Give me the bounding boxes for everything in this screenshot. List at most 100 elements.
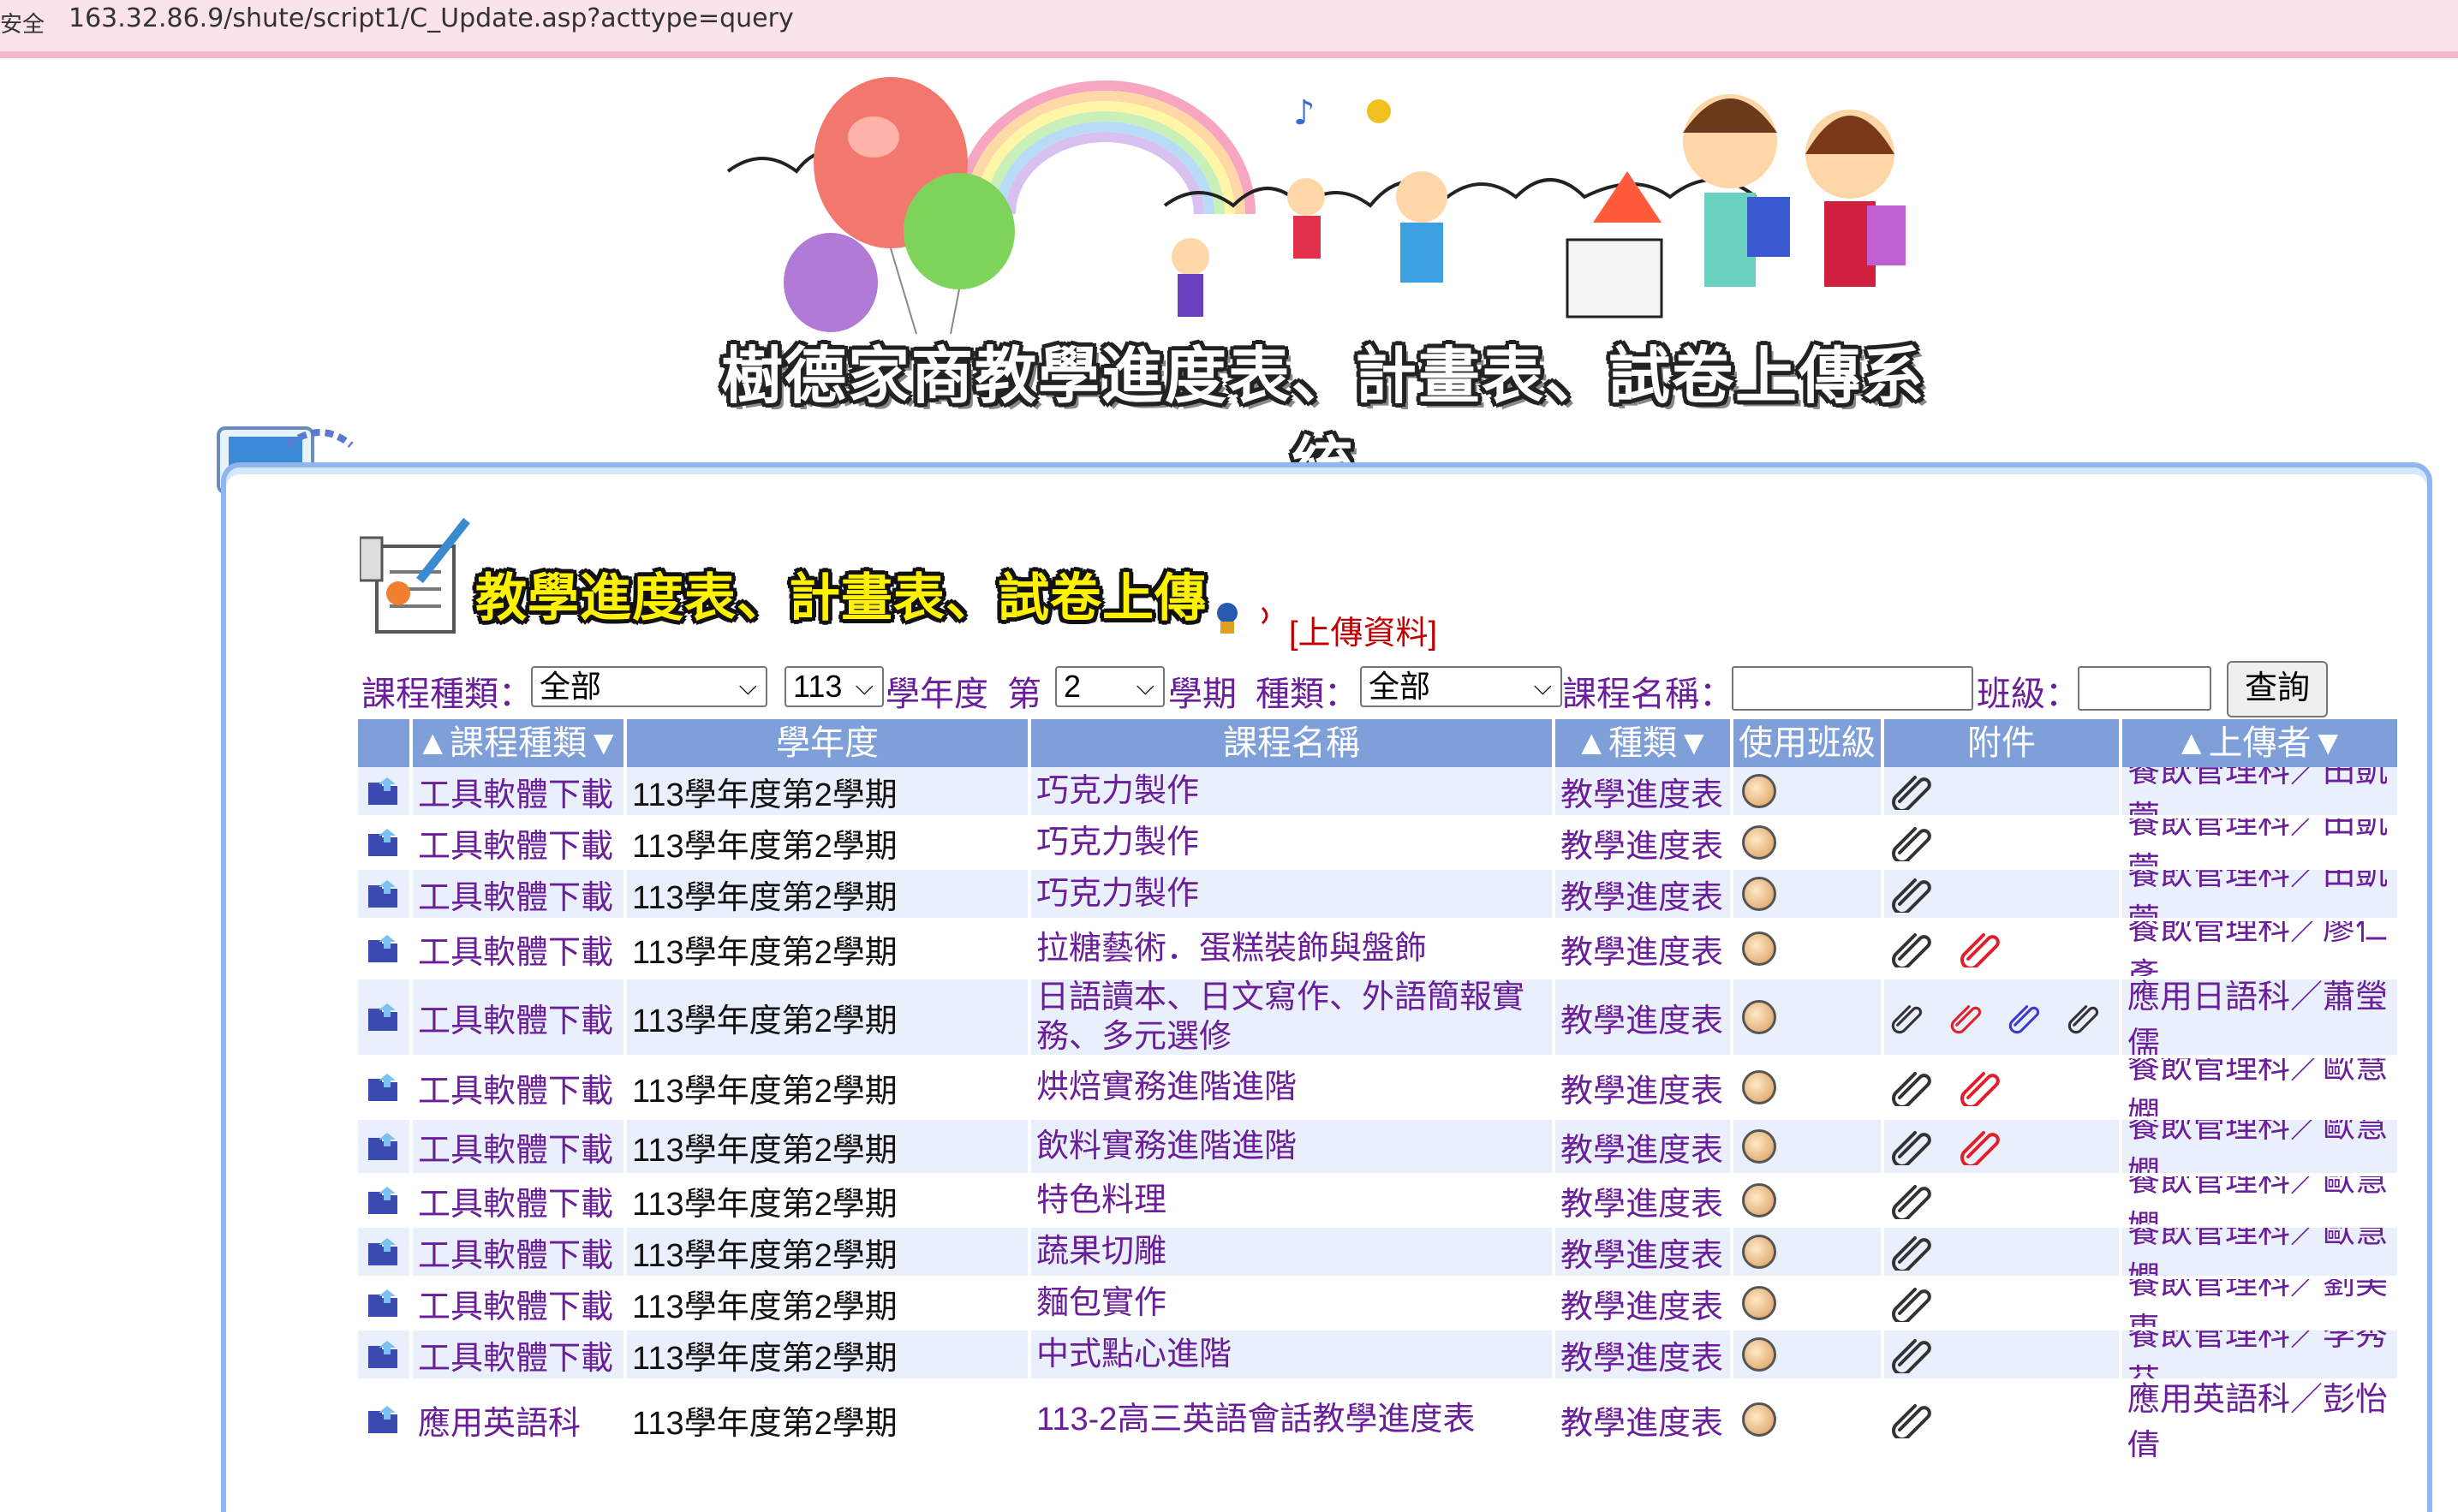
class-info-icon[interactable] bbox=[1742, 1129, 1776, 1164]
paperclip-icon[interactable] bbox=[1891, 824, 1934, 861]
paperclip-icon[interactable] bbox=[1960, 1128, 2002, 1165]
uploader-link[interactable]: 應用英語科／彭怡倩 bbox=[2122, 1382, 2401, 1461]
class-info-icon[interactable] bbox=[1742, 774, 1776, 808]
course-type-link[interactable]: 工具軟體下載 bbox=[413, 1176, 627, 1228]
kind-link[interactable]: 教學進度表 bbox=[1555, 1382, 1733, 1461]
uploader-link[interactable]: 餐飲管理科／田凱萱 bbox=[2122, 870, 2401, 921]
paperclip-icon[interactable] bbox=[1960, 1069, 2002, 1106]
course-type-link[interactable]: 工具軟體下載 bbox=[413, 767, 627, 819]
course-name-link[interactable]: 烘焙實務進階進階 bbox=[1031, 1058, 1555, 1120]
course-type-link[interactable]: 工具軟體下載 bbox=[413, 1228, 627, 1279]
kind-link[interactable]: 教學進度表 bbox=[1555, 921, 1733, 979]
upload-data-link[interactable]: [上傳資料] bbox=[1289, 606, 1437, 653]
query-button[interactable]: 查詢 bbox=[2227, 661, 2328, 717]
uploader-link[interactable]: 餐飲管理科／歐慧嫻 bbox=[2122, 1058, 2401, 1120]
kind-link[interactable]: 教學進度表 bbox=[1555, 1279, 1733, 1330]
uploader-link[interactable]: 應用日語科／蕭瑩儒 bbox=[2122, 979, 2401, 1058]
uploader-link[interactable]: 餐飲管理科／歐慧嫻 bbox=[2122, 1120, 2401, 1176]
paperclip-icon[interactable] bbox=[1891, 1128, 1934, 1165]
course-name-link[interactable]: 日語讀本、日文寫作、外語簡報實務、多元選修 bbox=[1031, 979, 1555, 1058]
class-info-icon[interactable] bbox=[1742, 877, 1776, 911]
kind-link[interactable]: 教學進度表 bbox=[1555, 1330, 1733, 1382]
uploader-link[interactable]: 餐飲管理科／田凱萱 bbox=[2122, 819, 2401, 870]
paperclip-icon[interactable] bbox=[1960, 930, 2002, 967]
kind-link[interactable]: 教學進度表 bbox=[1555, 870, 1733, 921]
paperclip-icon[interactable] bbox=[2008, 998, 2042, 1036]
paperclip-icon[interactable] bbox=[1891, 1069, 1934, 1106]
class-info-icon[interactable] bbox=[1742, 932, 1776, 966]
course-name-link[interactable]: 特色料理 bbox=[1031, 1176, 1555, 1228]
course-type-link[interactable]: 工具軟體下載 bbox=[413, 921, 627, 979]
course-name-input[interactable] bbox=[1732, 666, 1973, 711]
paperclip-icon[interactable] bbox=[1891, 1284, 1934, 1322]
course-name-link[interactable]: 麵包實作 bbox=[1031, 1279, 1555, 1330]
uploader-link[interactable]: 餐飲管理科／廖仁彥 bbox=[2122, 921, 2401, 979]
folder-upload-icon[interactable] bbox=[365, 774, 403, 808]
uploader-link[interactable]: 餐飲管理科／歐慧嫻 bbox=[2122, 1228, 2401, 1279]
course-name-link[interactable]: 巧克力製作 bbox=[1031, 870, 1555, 921]
paperclip-icon[interactable] bbox=[1891, 875, 1934, 913]
course-type-link[interactable]: 工具軟體下載 bbox=[413, 1279, 627, 1330]
paperclip-icon[interactable] bbox=[1891, 1182, 1934, 1219]
header-course-type[interactable]: ▲課程種類▼ bbox=[413, 719, 627, 767]
kind-link[interactable]: 教學進度表 bbox=[1555, 767, 1733, 819]
uploader-link[interactable]: 餐飲管理科／歐慧嫻 bbox=[2122, 1176, 2401, 1228]
folder-upload-icon[interactable] bbox=[365, 1235, 403, 1269]
course-type-link[interactable]: 應用英語科 bbox=[413, 1382, 627, 1461]
folder-upload-icon[interactable] bbox=[365, 825, 403, 860]
folder-upload-icon[interactable] bbox=[365, 1402, 403, 1437]
folder-upload-icon[interactable] bbox=[365, 877, 403, 911]
paperclip-icon[interactable] bbox=[1891, 772, 1934, 810]
kind-link[interactable]: 教學進度表 bbox=[1555, 1228, 1733, 1279]
paperclip-icon[interactable] bbox=[1891, 1233, 1934, 1271]
course-name-link[interactable]: 拉糖藝術．蛋糕裝飾與盤飾 bbox=[1031, 921, 1555, 979]
folder-upload-icon[interactable] bbox=[365, 1183, 403, 1217]
year-select[interactable]: 113 ⌵ bbox=[785, 666, 884, 707]
url-text[interactable]: 163.32.86.9/shute/script1/C_Update.asp?a… bbox=[69, 3, 794, 33]
class-info-icon[interactable] bbox=[1742, 1183, 1776, 1217]
class-info-icon[interactable] bbox=[1742, 1402, 1776, 1437]
uploader-link[interactable]: 餐飲管理科／田凱萱 bbox=[2122, 767, 2401, 819]
paperclip-icon[interactable] bbox=[1891, 1336, 1934, 1373]
course-type-link[interactable]: 工具軟體下載 bbox=[413, 979, 627, 1058]
kind-link[interactable]: 教學進度表 bbox=[1555, 1120, 1733, 1176]
kind-select[interactable]: 全部 ⌵ bbox=[1360, 666, 1562, 707]
course-name-link[interactable]: 113-2高三英語會話教學進度表 bbox=[1031, 1382, 1555, 1461]
address-bar[interactable]: 安全 163.32.86.9/shute/script1/C_Update.as… bbox=[0, 0, 2458, 58]
kind-link[interactable]: 教學進度表 bbox=[1555, 979, 1733, 1058]
class-info-icon[interactable] bbox=[1742, 825, 1776, 860]
security-label[interactable]: 安全 bbox=[0, 7, 45, 39]
folder-upload-icon[interactable] bbox=[365, 1129, 403, 1164]
folder-upload-icon[interactable] bbox=[365, 1000, 403, 1034]
uploader-link[interactable]: 餐飲管理科／劉美惠 bbox=[2122, 1279, 2401, 1330]
header-uploader[interactable]: ▲上傳者▼ bbox=[2122, 719, 2401, 767]
folder-upload-icon[interactable] bbox=[365, 1337, 403, 1372]
kind-link[interactable]: 教學進度表 bbox=[1555, 1176, 1733, 1228]
folder-upload-icon[interactable] bbox=[365, 1070, 403, 1104]
paperclip-icon[interactable] bbox=[2067, 998, 2101, 1036]
paperclip-icon[interactable] bbox=[1891, 1401, 1934, 1438]
course-type-select[interactable]: 全部 ⌵ bbox=[531, 666, 767, 707]
class-input[interactable] bbox=[2078, 666, 2211, 711]
kind-link[interactable]: 教學進度表 bbox=[1555, 1058, 1733, 1120]
class-info-icon[interactable] bbox=[1742, 1070, 1776, 1104]
paperclip-icon[interactable] bbox=[1891, 998, 1924, 1036]
course-type-link[interactable]: 工具軟體下載 bbox=[413, 819, 627, 870]
course-name-link[interactable]: 飲料實務進階進階 bbox=[1031, 1120, 1555, 1176]
paperclip-icon[interactable] bbox=[1950, 998, 1984, 1036]
course-type-link[interactable]: 工具軟體下載 bbox=[413, 870, 627, 921]
class-info-icon[interactable] bbox=[1742, 1235, 1776, 1269]
kind-link[interactable]: 教學進度表 bbox=[1555, 819, 1733, 870]
course-type-link[interactable]: 工具軟體下載 bbox=[413, 1120, 627, 1176]
folder-upload-icon[interactable] bbox=[365, 1286, 403, 1320]
header-kind[interactable]: ▲種類▼ bbox=[1555, 719, 1733, 767]
semester-select[interactable]: 2 ⌵ bbox=[1055, 666, 1165, 707]
paperclip-icon[interactable] bbox=[1891, 930, 1934, 967]
course-name-link[interactable]: 中式點心進階 bbox=[1031, 1330, 1555, 1382]
course-name-link[interactable]: 巧克力製作 bbox=[1031, 819, 1555, 870]
folder-upload-icon[interactable] bbox=[365, 932, 403, 966]
course-name-link[interactable]: 巧克力製作 bbox=[1031, 767, 1555, 819]
course-name-link[interactable]: 蔬果切雕 bbox=[1031, 1228, 1555, 1279]
course-type-link[interactable]: 工具軟體下載 bbox=[413, 1330, 627, 1382]
class-info-icon[interactable] bbox=[1742, 1337, 1776, 1372]
